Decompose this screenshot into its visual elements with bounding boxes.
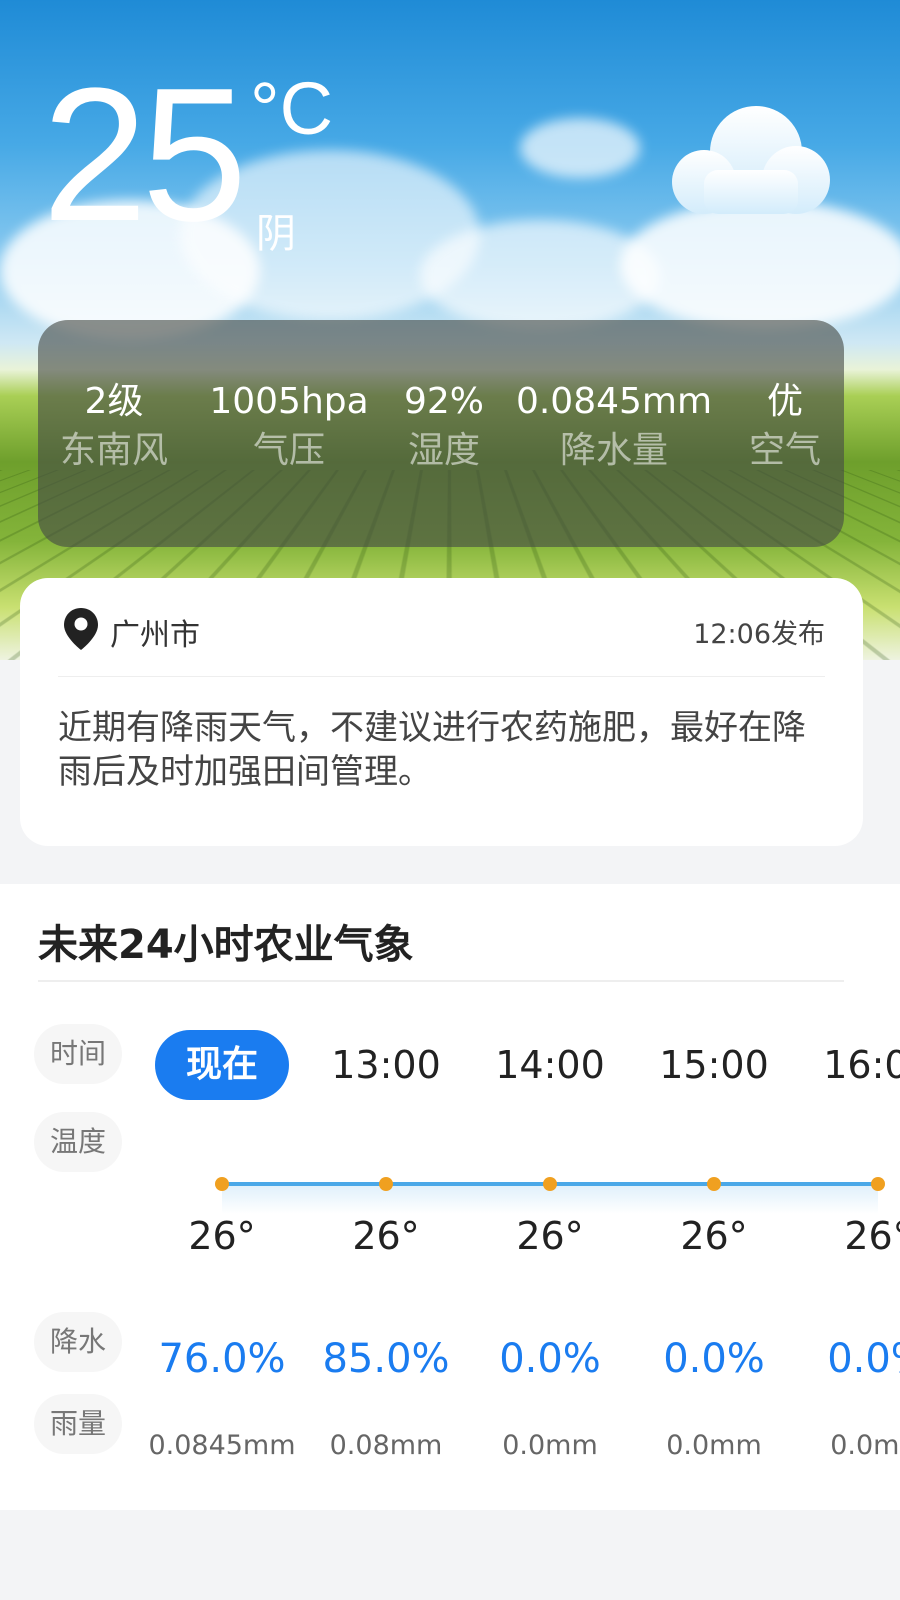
hour-tab[interactable]: 14:00 [470, 1030, 630, 1100]
hour-precip-probability: 0.0% [663, 1336, 765, 1382]
hour-tab[interactable]: 16:00 [798, 1030, 900, 1100]
temperature-point [871, 1177, 885, 1191]
hourly-forecast-section: 未来24小时农业气象 时间 温度 降水 雨量 现在 13:00 14:00 15… [0, 884, 900, 1510]
stat-value: 0.0845mm [515, 381, 713, 422]
stat-value: 2级 [84, 381, 144, 422]
hour-temperature: 26° [680, 1214, 748, 1258]
stat-label: 空气 [748, 430, 822, 472]
stat-wind: 2级 东南风 [60, 380, 168, 472]
hour-rainfall: 0.08mm [329, 1430, 443, 1461]
hour-precip-probability: 76.0% [158, 1336, 286, 1382]
background-cloud [520, 118, 640, 178]
hour-tab[interactable]: 13:00 [306, 1030, 466, 1100]
stat-label: 气压 [252, 430, 326, 472]
advice-text: 近期有降雨天气，不建议进行农药施肥，最好在降雨后及时加强田间管理。 [58, 708, 806, 792]
location-name[interactable]: 广州市 [110, 610, 200, 654]
hour-precip-probability: 0.0% [499, 1336, 601, 1382]
stat-value: 1005hpa [209, 381, 369, 422]
stat-label: 东南风 [59, 430, 169, 472]
weather-description: 阴 [256, 211, 296, 257]
temperature-point [543, 1177, 557, 1191]
section-title: 未来24小时农业气象 [38, 922, 414, 968]
temperature-unit: °C [250, 67, 334, 150]
row-label-rain: 雨量 [34, 1394, 122, 1454]
stat-humidity: 92% 湿度 [404, 380, 484, 472]
weather-stats-panel: 2级 东南风 1005hpa 气压 92% 湿度 0.0845mm 降水量 优 … [38, 320, 844, 547]
stat-air-quality: 优 空气 [749, 380, 821, 472]
hour-precip-probability: 85.0% [322, 1336, 450, 1382]
farming-advice-card: 广州市 12:06发布 近期有降雨天气，不建议进行农药施肥，最好在降雨后及时加强… [20, 578, 863, 846]
stat-value: 92% [403, 381, 485, 422]
hour-rainfall: 0.0845mm [148, 1430, 296, 1461]
hour-tab[interactable]: 15:00 [634, 1030, 794, 1100]
hour-rainfall: 0.0mm [502, 1430, 598, 1461]
stat-label: 湿度 [407, 430, 481, 472]
current-temperature: 25 [42, 49, 247, 261]
hour-temperature: 26° [516, 1214, 584, 1258]
hour-tab-now[interactable]: 现在 [155, 1030, 289, 1100]
hour-temperature: 26° [352, 1214, 420, 1258]
row-label-precip: 降水 [34, 1312, 122, 1372]
divider [38, 980, 844, 982]
hour-rainfall: 0.0mm [830, 1430, 900, 1461]
divider [58, 676, 825, 677]
row-label-time: 时间 [34, 1024, 122, 1084]
cloud-icon [672, 106, 830, 214]
publish-time: 12:06发布 [693, 619, 825, 650]
hour-temperature: 26° [844, 1214, 900, 1258]
location-pin-icon [64, 608, 98, 650]
stat-precipitation: 0.0845mm 降水量 [516, 380, 712, 472]
hour-precip-probability: 0.0% [827, 1336, 900, 1382]
stat-pressure: 1005hpa 气压 [209, 380, 368, 472]
temperature-point [215, 1177, 229, 1191]
stat-label: 降水量 [559, 430, 669, 472]
stat-value: 优 [766, 381, 804, 422]
hour-rainfall: 0.0mm [666, 1430, 762, 1461]
temperature-point [379, 1177, 393, 1191]
hour-temperature: 26° [188, 1214, 256, 1258]
temperature-point [707, 1177, 721, 1191]
temperature-line-chart [215, 1177, 885, 1214]
